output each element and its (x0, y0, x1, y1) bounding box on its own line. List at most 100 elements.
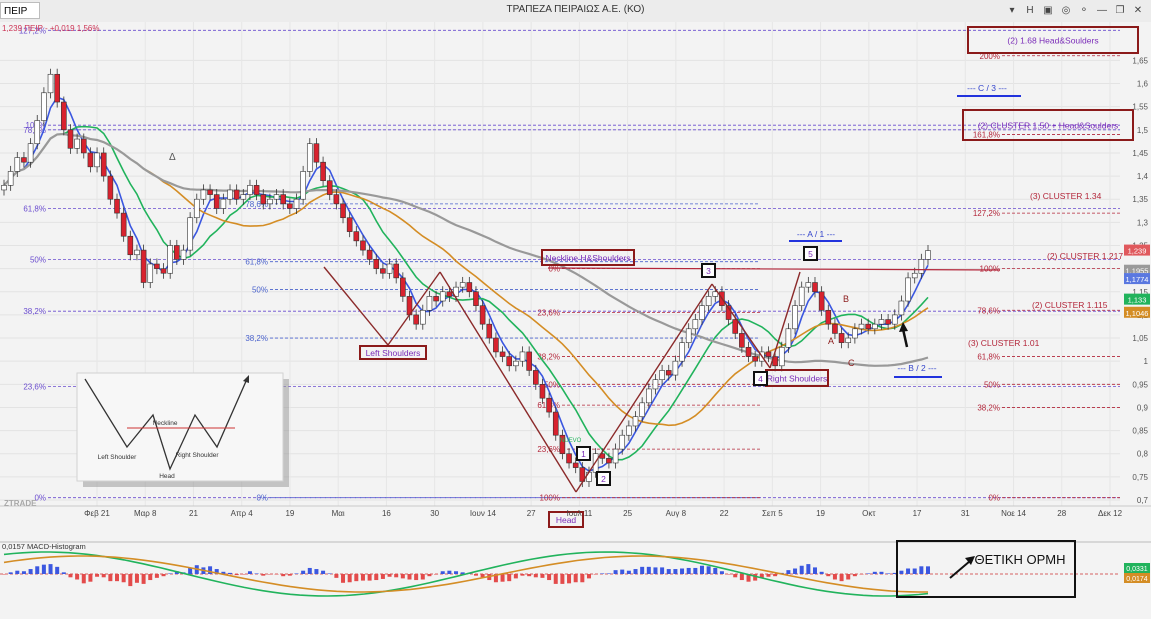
inset-head-label: Head (159, 473, 175, 480)
candle-body (506, 356, 513, 367)
candle-body (705, 296, 712, 306)
macd-bar (912, 568, 917, 574)
macd-bar (28, 569, 33, 574)
macd-bar (906, 568, 911, 574)
candle-body (353, 231, 360, 242)
macd-bar (620, 569, 625, 574)
pin-icon[interactable]: ⚬ (1076, 3, 1092, 19)
maximize-icon[interactable]: ❐ (1112, 3, 1128, 19)
macd-bar (21, 571, 26, 574)
x-tick-label: Νοε 14 (1001, 509, 1026, 518)
candle-body (792, 305, 798, 330)
fib-far-label: 127,2% (973, 209, 1000, 218)
macd-bar (48, 564, 53, 574)
macd-bar (314, 569, 319, 574)
wave-a1-label: --- A / 1 --- (797, 229, 835, 239)
fib-left-label: 50% (30, 255, 46, 264)
macd-bar (380, 574, 385, 579)
candle-body (652, 379, 659, 390)
candle-body (320, 161, 326, 182)
candle-body (27, 143, 34, 163)
macd-bar (919, 566, 924, 574)
minimize-icon[interactable]: — (1094, 3, 1110, 19)
macd-bar (35, 566, 40, 574)
candle-body (127, 235, 134, 256)
x-tick-label: 16 (382, 509, 391, 518)
fib-far-label: 38,2% (977, 403, 1000, 412)
candle-body (672, 360, 679, 376)
macd-bar (819, 571, 824, 574)
fib-far-label: 78,6% (977, 306, 1000, 315)
macd-bar (766, 574, 771, 577)
macd-bar (527, 574, 532, 577)
cluster-1115-label: (2) CLUSTER 1.115 (1032, 300, 1108, 310)
candle-body (606, 458, 612, 464)
candle-body (380, 268, 386, 274)
x-tick-label: Μαρ 8 (134, 509, 157, 518)
candle-body (200, 189, 207, 200)
y-tick-label: 1,4 (1137, 172, 1149, 181)
macd-bar (866, 573, 871, 574)
close-icon[interactable]: ✕ (1130, 3, 1146, 19)
x-tick-label: 17 (913, 509, 922, 518)
candle-body (872, 323, 878, 330)
candle-body (539, 384, 546, 399)
candle-body (852, 328, 858, 339)
candle-body (878, 319, 885, 325)
macd-tag-label: 0,0331 (1126, 566, 1148, 573)
macd-bar (640, 566, 645, 574)
macd-bar (15, 570, 20, 574)
candle-body (87, 152, 94, 168)
window-title: ΤΡΑΠΕΖΑ ΠΕΙΡΑΙΩΣ Α.Ε. (ΚΟ) (506, 4, 645, 15)
macd-bar (686, 567, 691, 574)
candle-body (54, 73, 60, 103)
candle-body (552, 411, 559, 436)
candle-body (207, 189, 213, 195)
wave-5-label: 5 (808, 249, 813, 259)
macd-bar (832, 574, 837, 580)
x-tick-label: 25 (623, 509, 632, 518)
candle-body (1, 185, 7, 191)
candle-body (832, 323, 838, 334)
candle-body (433, 296, 439, 302)
candle-body (898, 300, 905, 316)
candle-body (140, 249, 147, 283)
macd-bar (533, 574, 538, 578)
macd-bar (134, 574, 139, 583)
h-button[interactable]: H (1022, 3, 1038, 19)
chevron-down-icon[interactable]: ▾ (1004, 3, 1020, 19)
macd-bar (660, 567, 665, 574)
candle-body (865, 323, 871, 330)
candle-body (100, 152, 107, 177)
candle-body (732, 319, 739, 334)
candle-body (400, 277, 406, 297)
candle-body (646, 388, 652, 404)
candle-body (160, 268, 167, 274)
macd-bar (473, 574, 478, 576)
macd-bar (739, 574, 744, 581)
candle-body (486, 323, 493, 339)
macd-bar (560, 574, 565, 584)
candle-body (180, 249, 187, 260)
candle-body (14, 157, 21, 172)
macd-bar (161, 574, 166, 577)
y-tick-label: 0,75 (1132, 473, 1148, 482)
macd-bar (267, 574, 272, 575)
save-icon[interactable]: ▣ (1040, 3, 1056, 19)
settings-icon[interactable]: ◎ (1058, 3, 1074, 19)
candle-body (21, 157, 27, 163)
macd-bar (806, 564, 811, 574)
right-shoulders-label: Right Shoulders (767, 374, 827, 384)
y-tick-label: 1,55 (1132, 103, 1148, 112)
macd-title: 0,0157 MACD-Histogram (2, 542, 86, 551)
macd-bar (61, 572, 66, 574)
x-tick-label: Ιουλ 11 (567, 509, 593, 518)
macd-bar (434, 574, 439, 575)
price-chart: 127,2%100%78,6%61,8%50%38,2%23,6%0%78,6%… (0, 22, 1151, 619)
candle-body (812, 282, 818, 293)
macd-bar (341, 574, 346, 583)
macd-bar (547, 574, 552, 581)
macd-bar (719, 571, 724, 574)
candle-body (825, 309, 832, 325)
candle-body (247, 185, 253, 195)
